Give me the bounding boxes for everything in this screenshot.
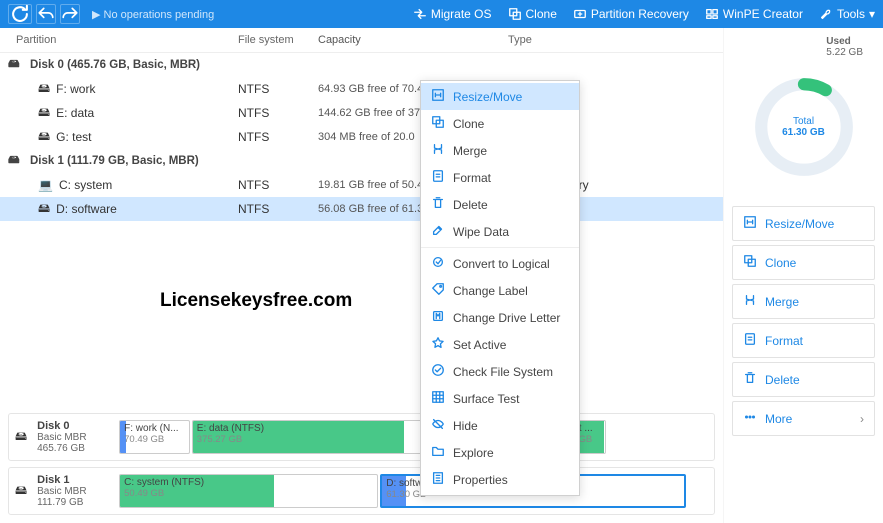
disk-icon: 🖴 bbox=[15, 481, 27, 502]
refresh-button[interactable] bbox=[8, 4, 32, 24]
format-icon bbox=[743, 332, 757, 349]
column-capacity: Capacity bbox=[318, 34, 508, 46]
menu-props[interactable]: Properties bbox=[421, 466, 579, 493]
menu-delete[interactable]: Delete bbox=[421, 191, 579, 218]
partition-row[interactable]: 🖴D: softwareNTFS56.08 GB free of 61.3 bbox=[0, 197, 723, 221]
column-partition: Partition bbox=[8, 34, 238, 46]
usage-donut: Total61.30 GB bbox=[749, 72, 859, 182]
action-format[interactable]: Format bbox=[732, 323, 875, 358]
disk-row[interactable]: 🖴Disk 0 (465.76 GB, Basic, MBR) bbox=[0, 53, 723, 77]
drive-icon: 🖴 bbox=[38, 199, 50, 220]
menu-star[interactable]: Set Active bbox=[421, 331, 579, 358]
more-icon bbox=[743, 410, 757, 427]
resize-icon bbox=[743, 215, 757, 232]
redo-button[interactable] bbox=[60, 4, 80, 24]
merge-icon bbox=[431, 142, 445, 159]
hide-icon bbox=[431, 417, 445, 434]
delete-icon bbox=[431, 196, 445, 213]
partition-grid: 🖴Disk 0 (465.76 GB, Basic, MBR)🖴F: workN… bbox=[0, 53, 723, 221]
partition-row[interactable]: 🖴G: testNTFS304 MB free of 20.0 bbox=[0, 125, 723, 149]
menu-letter[interactable]: Change Drive Letter bbox=[421, 304, 579, 331]
menu-separator bbox=[421, 247, 579, 248]
partition-recovery-button[interactable]: Partition Recovery bbox=[573, 7, 689, 21]
clone-button[interactable]: Clone bbox=[508, 7, 557, 21]
menu-clone[interactable]: Clone bbox=[421, 110, 579, 137]
props-icon bbox=[431, 471, 445, 488]
migrate-os-button[interactable]: Migrate OS bbox=[413, 7, 492, 21]
convert-icon bbox=[431, 255, 445, 272]
explore-icon bbox=[431, 444, 445, 461]
quick-actions: Resize/Move Clone Merge Format Delete More› bbox=[732, 206, 875, 436]
partition-segment[interactable]: F: work (N...70.49 GB bbox=[119, 420, 190, 454]
disk-map-panels: 🖴Disk 0Basic MBR465.76 GBF: work (N...70… bbox=[0, 405, 723, 523]
partition-row[interactable]: 💻C: systemNTFS19.81 GB free of 50.4Activ… bbox=[0, 173, 723, 197]
undo-button[interactable] bbox=[36, 4, 56, 24]
surface-icon bbox=[431, 390, 445, 407]
partition-segment[interactable]: C: system (NTFS)50.49 GB bbox=[119, 474, 378, 508]
menu-convert[interactable]: Convert to Logical bbox=[421, 250, 579, 277]
menu-resize[interactable]: Resize/Move bbox=[421, 83, 579, 110]
check-icon bbox=[431, 363, 445, 380]
clone-icon bbox=[431, 115, 445, 132]
action-more[interactable]: More› bbox=[732, 401, 875, 436]
column-type: Type bbox=[508, 34, 715, 46]
operations-pending-label: ▶ No operations pending bbox=[84, 8, 222, 21]
disk-row[interactable]: 🖴Disk 1 (111.79 GB, Basic, MBR) bbox=[0, 149, 723, 173]
context-menu: Resize/MoveCloneMergeFormatDeleteWipe Da… bbox=[420, 80, 580, 496]
menu-surface[interactable]: Surface Test bbox=[421, 385, 579, 412]
drive-icon: 🖴 bbox=[38, 79, 50, 100]
clone-icon bbox=[743, 254, 757, 271]
partition-row[interactable]: 🖴F: workNTFS64.93 GB free of 70.4 bbox=[0, 77, 723, 101]
disk-icon: 🖴 bbox=[15, 427, 27, 448]
action-resize[interactable]: Resize/Move bbox=[732, 206, 875, 241]
delete-icon bbox=[743, 371, 757, 388]
menu-merge[interactable]: Merge bbox=[421, 137, 579, 164]
tools-button[interactable]: Tools ▾ bbox=[819, 7, 875, 21]
action-merge[interactable]: Merge bbox=[732, 284, 875, 319]
star-icon bbox=[431, 336, 445, 353]
watermark-text: Licensekeysfree.com bbox=[160, 290, 352, 312]
drive-icon: 💻 bbox=[38, 178, 53, 192]
usage-used-label: Used5.22 GB bbox=[826, 36, 863, 58]
format-icon bbox=[431, 169, 445, 186]
column-filesystem: File system bbox=[238, 34, 318, 46]
action-delete[interactable]: Delete bbox=[732, 362, 875, 397]
menu-explore[interactable]: Explore bbox=[421, 439, 579, 466]
menu-wipe[interactable]: Wipe Data bbox=[421, 218, 579, 245]
drive-icon: 🖴 bbox=[38, 103, 50, 124]
menu-format[interactable]: Format bbox=[421, 164, 579, 191]
grid-header: Partition File system Capacity Type bbox=[0, 28, 723, 53]
menu-check[interactable]: Check File System bbox=[421, 358, 579, 385]
drive-icon: 🖴 bbox=[38, 127, 50, 148]
wipe-icon bbox=[431, 223, 445, 240]
merge-icon bbox=[743, 293, 757, 310]
disk-panel: 🖴Disk 0Basic MBR465.76 GBF: work (N...70… bbox=[8, 413, 715, 461]
winpe-creator-button[interactable]: WinPE Creator bbox=[705, 7, 803, 21]
partition-row[interactable]: 🖴E: dataNTFS144.62 GB free of 375. bbox=[0, 101, 723, 125]
menu-hide[interactable]: Hide bbox=[421, 412, 579, 439]
letter-icon bbox=[431, 309, 445, 326]
toolbar: ▶ No operations pending Migrate OS Clone… bbox=[0, 0, 883, 28]
resize-icon bbox=[431, 88, 445, 105]
action-clone[interactable]: Clone bbox=[732, 245, 875, 280]
menu-label[interactable]: Change Label bbox=[421, 277, 579, 304]
label-icon bbox=[431, 282, 445, 299]
disk-panel: 🖴Disk 1Basic MBR111.79 GBC: system (NTFS… bbox=[8, 467, 715, 515]
